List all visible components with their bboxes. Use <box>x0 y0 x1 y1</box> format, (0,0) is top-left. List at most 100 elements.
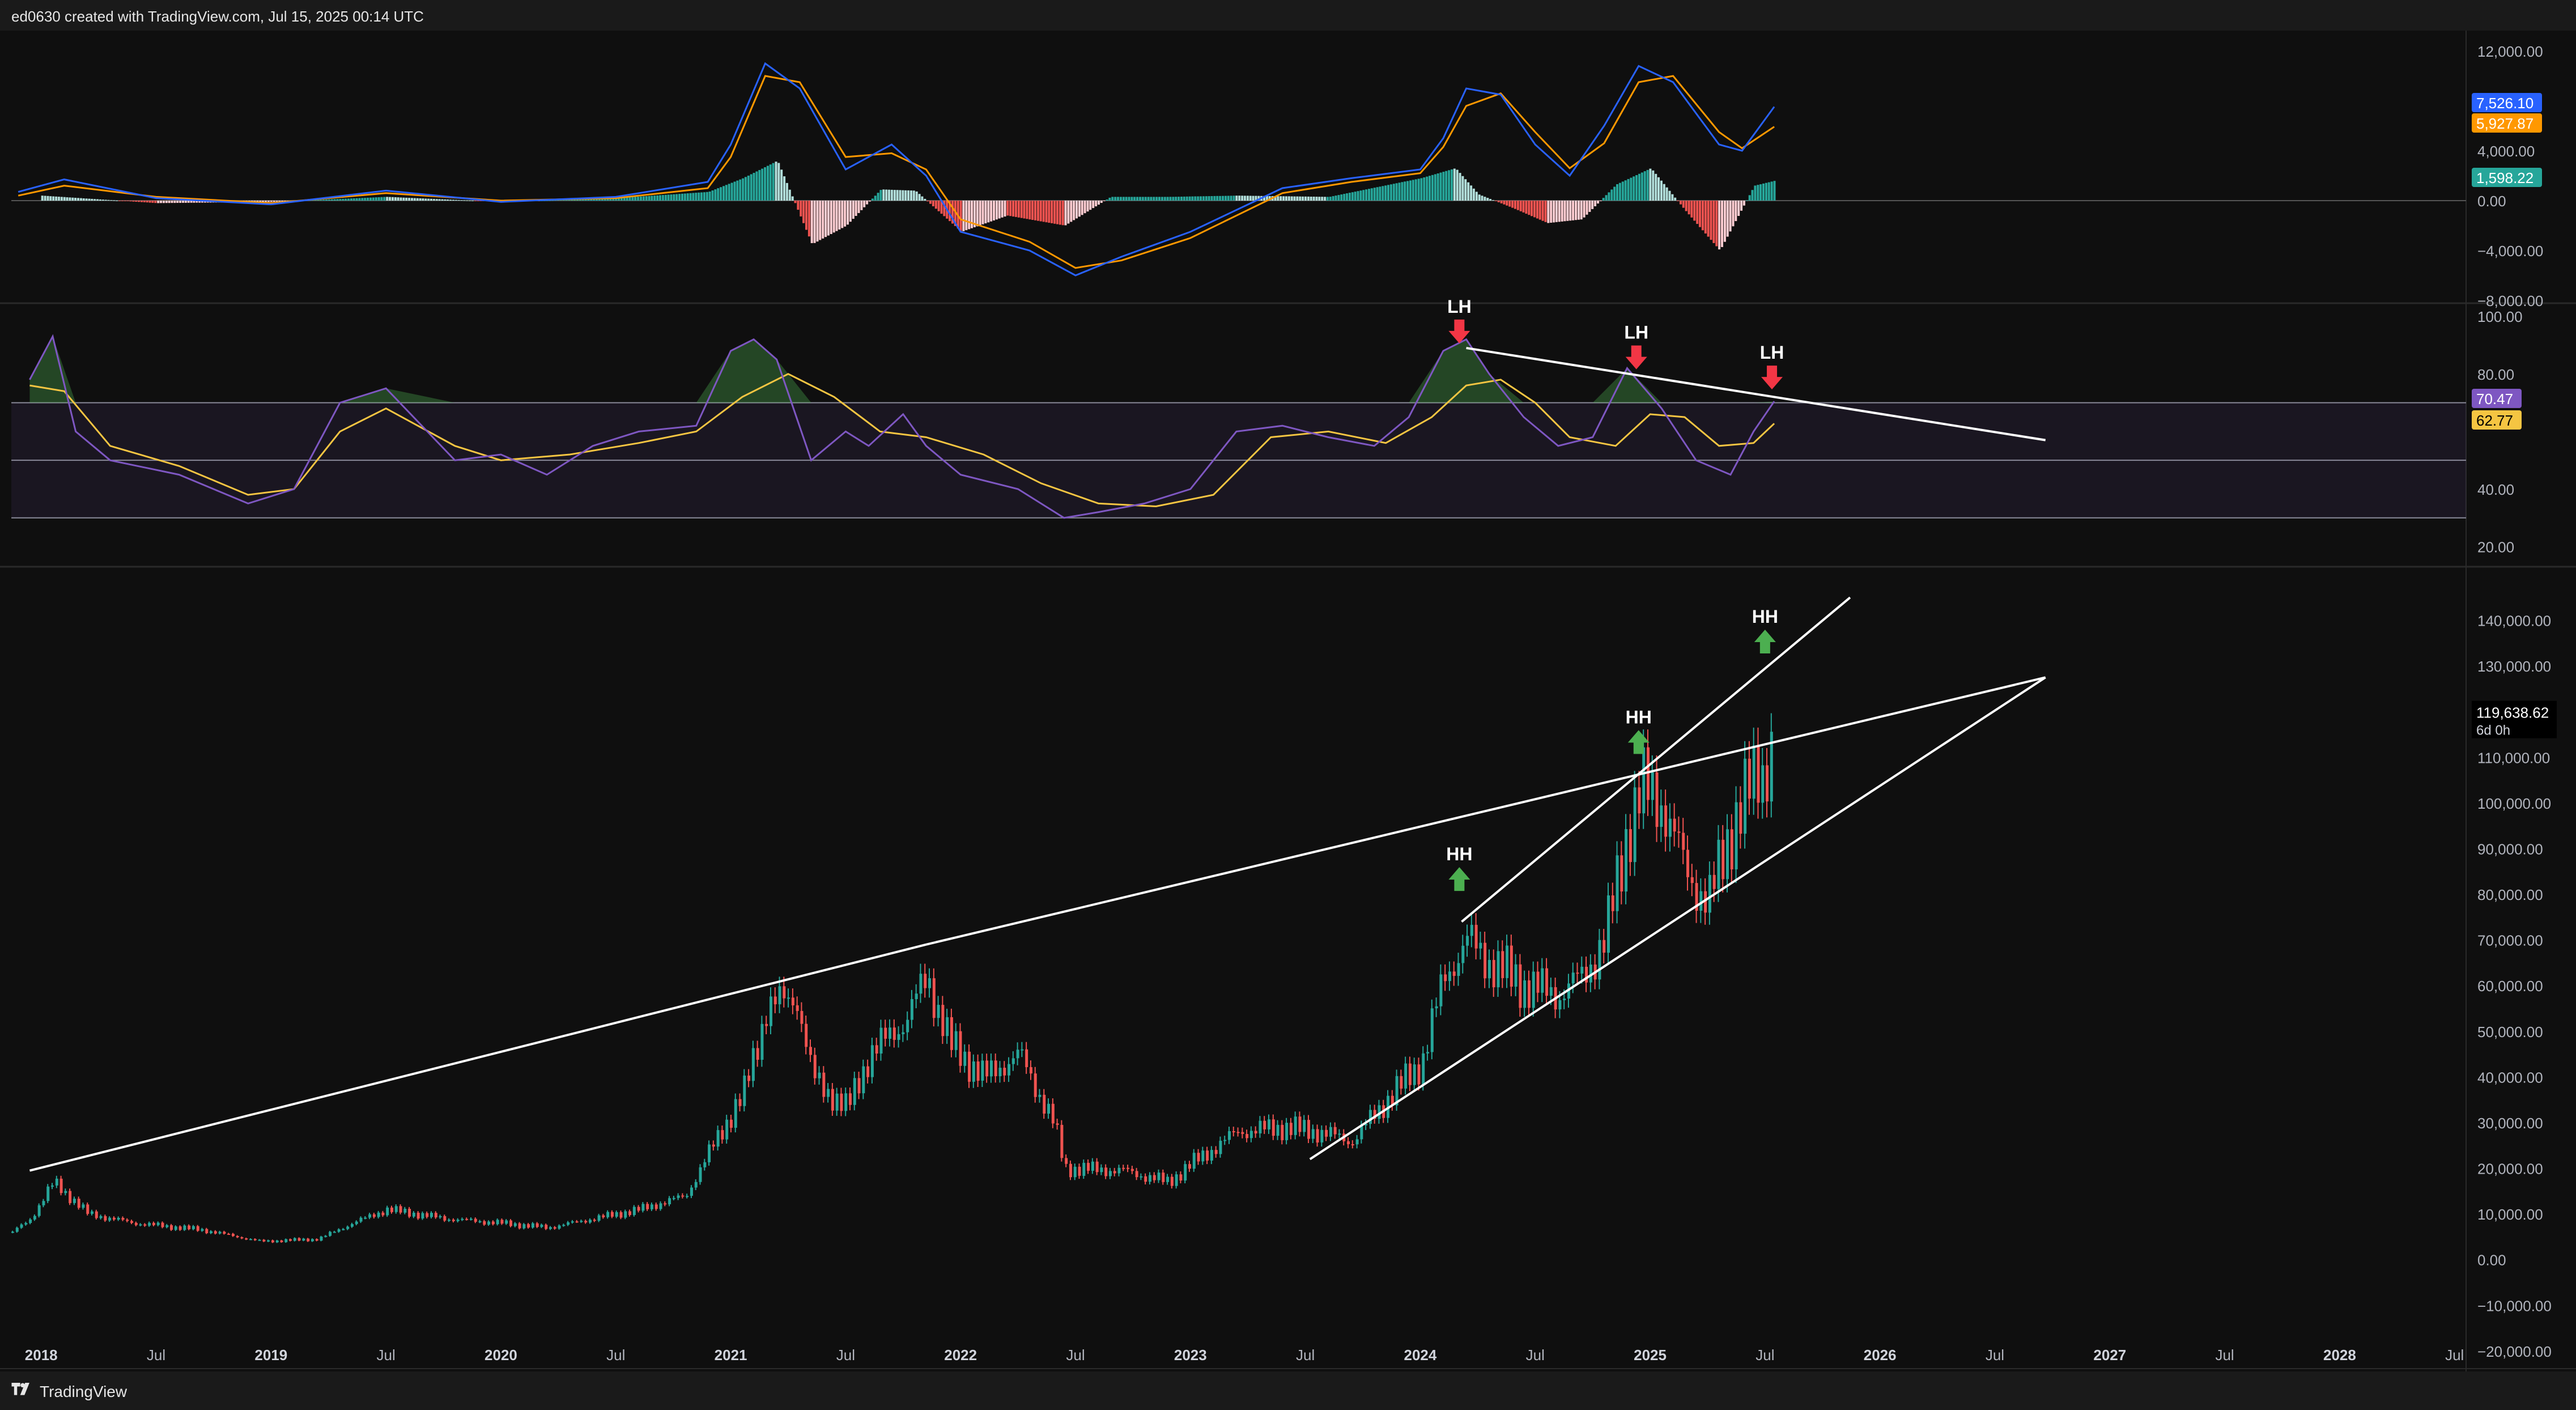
candle-body <box>637 1207 640 1211</box>
macd-histogram-bar <box>46 196 49 201</box>
macd-histogram-bar <box>1640 172 1643 201</box>
macd-histogram-bar <box>651 196 653 201</box>
macd-histogram-bar <box>394 197 397 201</box>
candle-body <box>1408 1063 1412 1085</box>
macd-histogram-bar <box>1028 201 1031 220</box>
macd-histogram-bar <box>1638 173 1640 201</box>
time-x-tick: 2020 <box>484 1347 517 1364</box>
price-y-tick: 40,000.00 <box>2477 1069 2543 1086</box>
time-x-tick: Jul <box>2215 1347 2234 1364</box>
candle-body <box>994 1060 997 1076</box>
candle-body <box>148 1222 151 1226</box>
candle-body <box>716 1130 720 1147</box>
candle-body <box>487 1221 491 1225</box>
candle-body <box>324 1235 328 1237</box>
candle-body <box>857 1078 861 1094</box>
macd-histogram-bar <box>959 201 962 231</box>
candle-body <box>139 1224 142 1226</box>
macd-histogram-bar <box>1321 197 1324 201</box>
candle-body <box>491 1221 495 1225</box>
macd-histogram-bar <box>160 201 162 203</box>
candle-body <box>1532 971 1535 1008</box>
macd-histogram-bar <box>1649 168 1652 201</box>
macd-histogram-bar <box>1704 201 1707 233</box>
candle-body <box>478 1221 482 1222</box>
candle-body <box>681 1195 685 1197</box>
macd-histogram-bar <box>1470 185 1473 201</box>
candle-body <box>1117 1167 1121 1174</box>
macd-histogram-bar <box>1442 172 1445 201</box>
candle-body <box>756 1048 759 1060</box>
candle-body <box>518 1223 521 1229</box>
candle-body <box>152 1222 155 1225</box>
macd-histogram-bar <box>1536 201 1538 219</box>
candle-body <box>29 1219 32 1223</box>
macd-histogram-bar <box>824 201 827 237</box>
macd-histogram-bar <box>1172 197 1175 201</box>
candle-body <box>421 1213 424 1218</box>
macd-histogram-bar <box>427 198 430 201</box>
macd-histogram-bar <box>667 194 670 201</box>
macd-histogram-bar <box>1017 201 1020 218</box>
rsi-y-tick: 40.00 <box>2477 481 2514 498</box>
candle-body <box>496 1220 499 1225</box>
macd-histogram-bar <box>1561 201 1563 222</box>
macd-histogram-bar <box>265 201 267 202</box>
candle-body <box>1497 951 1500 988</box>
macd-histogram-bar <box>1081 201 1083 215</box>
candle-body <box>1492 959 1495 988</box>
macd-histogram-bar <box>1216 196 1219 201</box>
macd-histogram-bar <box>1001 201 1004 218</box>
chart-canvas: ed0630 created with TradingView.com, Jul… <box>0 0 2576 1410</box>
candle-body <box>765 1023 768 1026</box>
macd-histogram-bar <box>1249 196 1252 201</box>
macd-histogram-bar <box>1635 175 1638 201</box>
macd-histogram-bar <box>1053 201 1056 224</box>
macd-histogram-bar <box>1420 178 1423 201</box>
macd-histogram-bar <box>1324 197 1327 201</box>
macd-histogram-bar <box>1351 192 1354 201</box>
candle-body <box>813 1055 817 1078</box>
macd-histogram-bar <box>352 198 355 201</box>
candle-body <box>985 1060 989 1077</box>
candle-body <box>937 1005 940 1018</box>
candle-body <box>412 1212 415 1217</box>
macd-histogram-bar <box>1737 201 1740 216</box>
rsi-lh-label: LH <box>1760 342 1784 363</box>
macd-histogram-bar <box>816 201 819 242</box>
macd-histogram-bar <box>1114 197 1117 201</box>
candle-body <box>1660 805 1663 827</box>
macd-histogram-bar <box>1630 177 1633 201</box>
macd-histogram-bar <box>1423 177 1426 201</box>
candle-body <box>1748 758 1751 799</box>
candle-body <box>751 1048 755 1081</box>
candle-body <box>575 1221 579 1223</box>
macd-histogram-bar <box>267 201 270 202</box>
candle-body <box>1043 1094 1046 1114</box>
candle-body <box>1038 1094 1042 1097</box>
macd-histogram-bar <box>66 197 69 201</box>
macd-histogram-bar <box>1108 197 1111 201</box>
candle-body <box>659 1203 662 1209</box>
macd-histogram-bar <box>1389 184 1392 201</box>
macd-histogram-bar <box>1773 181 1776 201</box>
macd-histogram-bar <box>1232 196 1235 201</box>
macd-histogram-bar <box>101 199 104 201</box>
candle-body <box>959 1031 962 1066</box>
candle-body <box>1113 1171 1116 1174</box>
candle-body <box>998 1068 1002 1076</box>
macd-histogram-bar <box>1379 186 1381 201</box>
candle-body <box>1483 942 1487 979</box>
macd-histogram-bar <box>1125 197 1128 201</box>
macd-histogram-bar <box>419 198 422 201</box>
macd-histogram-bar <box>1472 188 1475 201</box>
candle-body <box>1699 891 1703 911</box>
macd-histogram-bar <box>1594 201 1597 206</box>
macd-histogram-bar <box>742 178 745 201</box>
candle-body <box>368 1214 372 1218</box>
macd-histogram-bar <box>877 193 879 201</box>
candle-body <box>126 1220 129 1221</box>
candle-body <box>619 1212 623 1218</box>
macd-histogram-bar <box>91 198 93 201</box>
macd-histogram-bar <box>1009 201 1012 216</box>
